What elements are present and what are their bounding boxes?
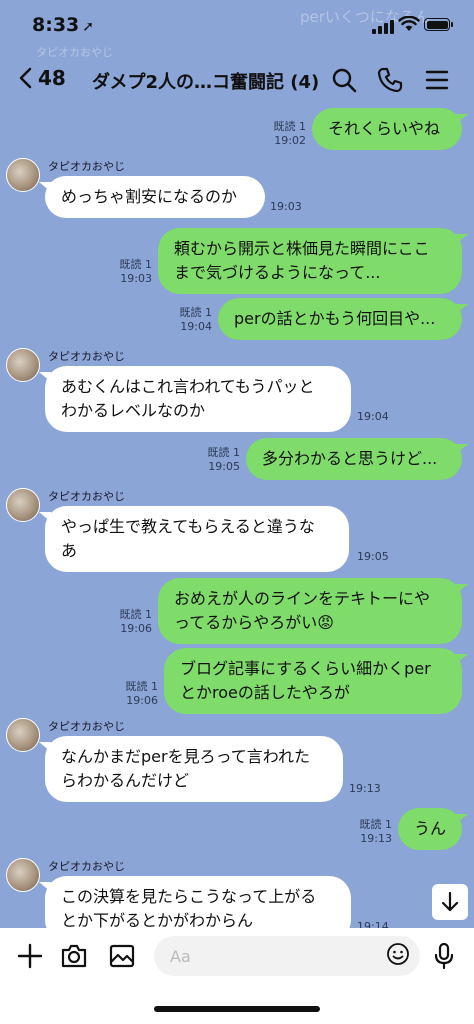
- outgoing-message-bubble[interactable]: 多分わかると思うけど...: [246, 438, 468, 480]
- image-icon[interactable]: [108, 942, 136, 970]
- signal-icon: [372, 20, 394, 34]
- sender-name: タピオカおやじ: [48, 350, 125, 363]
- incoming-message-bubble[interactable]: なんかまだperを見ろって言われた らわかるんだけど: [39, 736, 343, 802]
- outgoing-message-bubble[interactable]: perの話とかもう何回目や...: [218, 298, 468, 340]
- avatar[interactable]: [6, 858, 40, 892]
- message-time: 19:14: [357, 920, 389, 928]
- message-text: あ: [61, 541, 78, 560]
- avatar[interactable]: [6, 158, 40, 192]
- message-text: らわかるんだけど: [61, 771, 190, 790]
- outgoing-message-bubble[interactable]: うん: [398, 808, 468, 850]
- message-text: あむくんはこれ言われてもうパッと: [61, 377, 315, 396]
- message-meta: 既読 1 19:05: [196, 446, 241, 474]
- message-meta: 既読 1 19:03: [108, 258, 153, 286]
- message-time: 19:13: [360, 832, 392, 845]
- read-receipt: 既読 1: [119, 608, 153, 621]
- incoming-message-bubble[interactable]: めっちゃ割安になるのか: [39, 176, 265, 218]
- message-text: うん: [414, 819, 447, 838]
- message-text: ブログ記事にするくらい細かくper: [180, 659, 431, 678]
- outgoing-message-bubble[interactable]: ブログ記事にするくらい細かくper とかroeの話したやろが: [164, 648, 468, 714]
- message-time: 19:02: [274, 134, 306, 147]
- outgoing-message-bubble[interactable]: 頼むから開示と株価見た瞬間にここ まで気づけるようになって...: [158, 228, 468, 294]
- read-receipt: 既読 1: [119, 258, 153, 271]
- read-receipt: 既読 1: [273, 120, 307, 133]
- search-icon[interactable]: [330, 66, 358, 94]
- chevron-left-icon: [19, 67, 32, 89]
- outgoing-message-bubble[interactable]: それくらいやね: [312, 108, 468, 150]
- read-receipt: 既読 1: [125, 680, 159, 693]
- camera-icon[interactable]: [60, 942, 88, 970]
- location-arrow-icon: ➚: [82, 19, 94, 35]
- message-text: やっぱ生で教えてもらえると違うな: [61, 517, 315, 536]
- message-text: おめえが人のラインをテキトーにや: [174, 589, 431, 608]
- message-time: 19:04: [357, 410, 389, 423]
- incoming-message-bubble[interactable]: あむくんはこれ言われてもうパッと わかるレベルなのか: [39, 366, 351, 432]
- message-meta: 既読 1 19:02: [262, 120, 307, 148]
- microphone-icon[interactable]: [434, 942, 454, 970]
- message-time: 19:04: [180, 320, 212, 333]
- message-text: 頼むから開示と株価見た瞬間にここ: [174, 239, 430, 258]
- message-text: ってるからやろがい😡: [174, 613, 334, 632]
- sender-name: タピオカおやじ: [48, 860, 125, 873]
- phone-icon[interactable]: [376, 66, 404, 94]
- message-text: とか下がるとかがわからん: [61, 911, 254, 928]
- message-text: なんかまだperを見ろって言われた: [61, 747, 310, 766]
- wifi-icon: [398, 16, 420, 31]
- message-time: 19:13: [349, 782, 381, 795]
- chat-message-list[interactable]: それくらいやね 既読 1 19:02 タピオカおやじ めっちゃ割安になるのか 1…: [0, 106, 474, 928]
- message-meta: 既読 1 19:06: [108, 608, 153, 636]
- message-text: とかroeの話したやろが: [180, 683, 350, 702]
- status-bar: 8:33 ➚ perいくつになるん タピオカおやじ: [0, 0, 474, 59]
- message-time: 19:05: [208, 460, 240, 473]
- message-text: perの話とかもう何回目や...: [234, 309, 436, 328]
- outgoing-message-bubble[interactable]: おめえが人のラインをテキトーにや ってるからやろがい😡: [158, 578, 468, 644]
- sender-name: タピオカおやじ: [48, 490, 125, 503]
- avatar[interactable]: [6, 488, 40, 522]
- read-receipt: 既読 1: [207, 446, 241, 459]
- avatar[interactable]: [6, 348, 40, 382]
- message-meta: 既読 1 19:06: [114, 680, 159, 708]
- home-indicator: [154, 1006, 320, 1012]
- chat-title[interactable]: ダメプ2人の…コ奮闘記 (4): [92, 68, 319, 94]
- incoming-message-bubble[interactable]: この決算を見たらこうなって上がる とか下がるとかがわからん: [39, 876, 351, 928]
- menu-icon[interactable]: [424, 66, 450, 94]
- emoji-icon[interactable]: [386, 942, 410, 966]
- arrow-down-icon: [441, 891, 459, 912]
- message-time: 19:06: [126, 694, 158, 707]
- message-time: 19:03: [120, 272, 152, 285]
- message-time: 19:06: [120, 622, 152, 635]
- status-time: 8:33 ➚: [32, 14, 94, 36]
- incoming-message-bubble[interactable]: やっぱ生で教えてもらえると違うな あ: [39, 506, 349, 572]
- avatar[interactable]: [6, 718, 40, 752]
- back-button[interactable]: 48: [18, 66, 66, 90]
- read-receipt: 既読 1: [359, 818, 393, 831]
- back-unread-count: 48: [38, 66, 66, 90]
- battery-icon: [424, 18, 453, 31]
- message-time: 19:05: [357, 550, 389, 563]
- message-text: まで気づけるようになって...: [174, 263, 381, 282]
- message-time: 19:03: [270, 200, 302, 213]
- message-text: 多分わかると思うけど...: [262, 449, 438, 468]
- message-meta: 既読 1 19:13: [348, 818, 393, 846]
- message-text: わかるレベルなのか: [61, 401, 206, 420]
- plus-icon[interactable]: [16, 942, 44, 970]
- message-text: この決算を見たらこうなって上がる: [61, 887, 317, 906]
- sender-name: タピオカおやじ: [48, 160, 125, 173]
- message-text: それくらいやね: [328, 119, 441, 138]
- message-input[interactable]: [154, 936, 420, 976]
- message-meta: 既読 1 19:04: [168, 306, 213, 334]
- message-text: めっちゃ割安になるのか: [61, 187, 238, 206]
- read-receipt: 既読 1: [179, 306, 213, 319]
- chat-header: 48 ダメプ2人の…コ奮闘記 (4): [0, 56, 474, 106]
- scroll-to-bottom-button[interactable]: [432, 884, 468, 920]
- sender-name: タピオカおやじ: [48, 720, 125, 733]
